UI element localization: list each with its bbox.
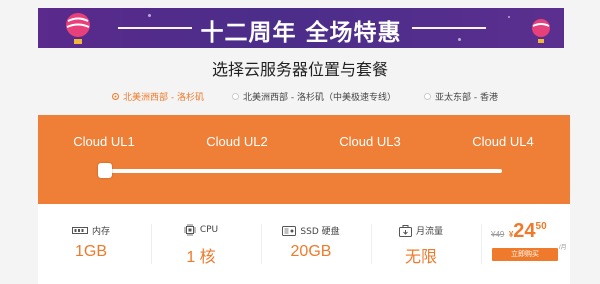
slider-handle[interactable]	[98, 163, 112, 178]
spec-disk: SSD 硬盘 20GB	[261, 204, 361, 284]
traffic-icon	[398, 224, 412, 237]
price: ¥49 ¥2450 /月	[491, 220, 567, 251]
plan-ul2[interactable]: Cloud UL2	[206, 134, 267, 149]
region-option-la[interactable]: 北美洲西部 - 洛杉矶	[112, 90, 204, 103]
banner-title: 十二周年 全场特惠	[200, 20, 402, 46]
plan-slider-panel: Cloud UL1 Cloud UL2 Cloud UL3 Cloud UL4	[38, 115, 570, 204]
plan-ul4[interactable]: Cloud UL4	[472, 134, 533, 149]
spec-value: 1 核	[186, 249, 216, 266]
spec-label: 内存	[91, 227, 110, 237]
radio-icon	[112, 93, 119, 100]
spec-value: 1GB	[74, 243, 107, 260]
region-selector: 北美洲西部 - 洛杉矶 北美洲西部 - 洛杉矶（中美极速专线） 亚太东部 - 香…	[0, 90, 600, 104]
spec-traffic: 月流量 无限	[371, 204, 471, 284]
price-box: ¥49 ¥2450 /月 立即购买	[485, 204, 570, 284]
region-label: 北美洲西部 - 洛杉矶	[123, 93, 204, 103]
promo-banner[interactable]: 十二周年 全场特惠	[38, 8, 564, 48]
hot-air-balloon-icon	[66, 13, 90, 44]
region-label: 亚太东部 - 香港	[435, 93, 498, 103]
cpu-icon	[183, 224, 196, 236]
radio-icon	[424, 93, 431, 100]
plan-ul3[interactable]: Cloud UL3	[339, 134, 400, 149]
plan-specs: 内存 1GB CPU 1 核 SSD 硬盘 20GB 月流量 无限 ¥49 ¥2…	[38, 204, 570, 284]
price-period: /月	[559, 245, 567, 251]
region-option-la-express[interactable]: 北美洲西部 - 洛杉矶（中美极速专线）	[232, 90, 396, 103]
spec-cpu: CPU 1 核	[151, 204, 251, 284]
region-label: 北美洲西部 - 洛杉矶（中美极速专线）	[243, 93, 396, 103]
divider	[481, 224, 482, 264]
slider-track[interactable]	[104, 169, 502, 173]
spec-value: 20GB	[290, 243, 332, 260]
buy-now-button[interactable]: 立即购买	[492, 248, 558, 261]
spec-label: CPU	[199, 225, 219, 235]
spec-value: 无限	[404, 249, 437, 266]
spec-label: SSD 硬盘	[300, 227, 340, 237]
ssd-icon	[282, 225, 297, 236]
memory-icon	[71, 226, 88, 234]
region-option-hk[interactable]: 亚太东部 - 香港	[424, 90, 498, 103]
original-price: ¥49	[491, 230, 505, 239]
page-title: 选择云服务器位置与套餐	[211, 60, 388, 79]
price-integer: 24	[513, 220, 536, 242]
price-decimal: 50	[535, 221, 547, 232]
spec-memory: 内存 1GB	[41, 204, 141, 284]
radio-icon	[232, 93, 239, 100]
page: 十二周年 全场特惠 选择云服务器位置与套餐 北美洲西部 - 洛杉矶 北美洲西部 …	[0, 0, 600, 284]
hot-air-balloon-icon	[532, 19, 550, 43]
plan-ul1[interactable]: Cloud UL1	[73, 134, 134, 149]
spec-label: 月流量	[415, 227, 443, 237]
